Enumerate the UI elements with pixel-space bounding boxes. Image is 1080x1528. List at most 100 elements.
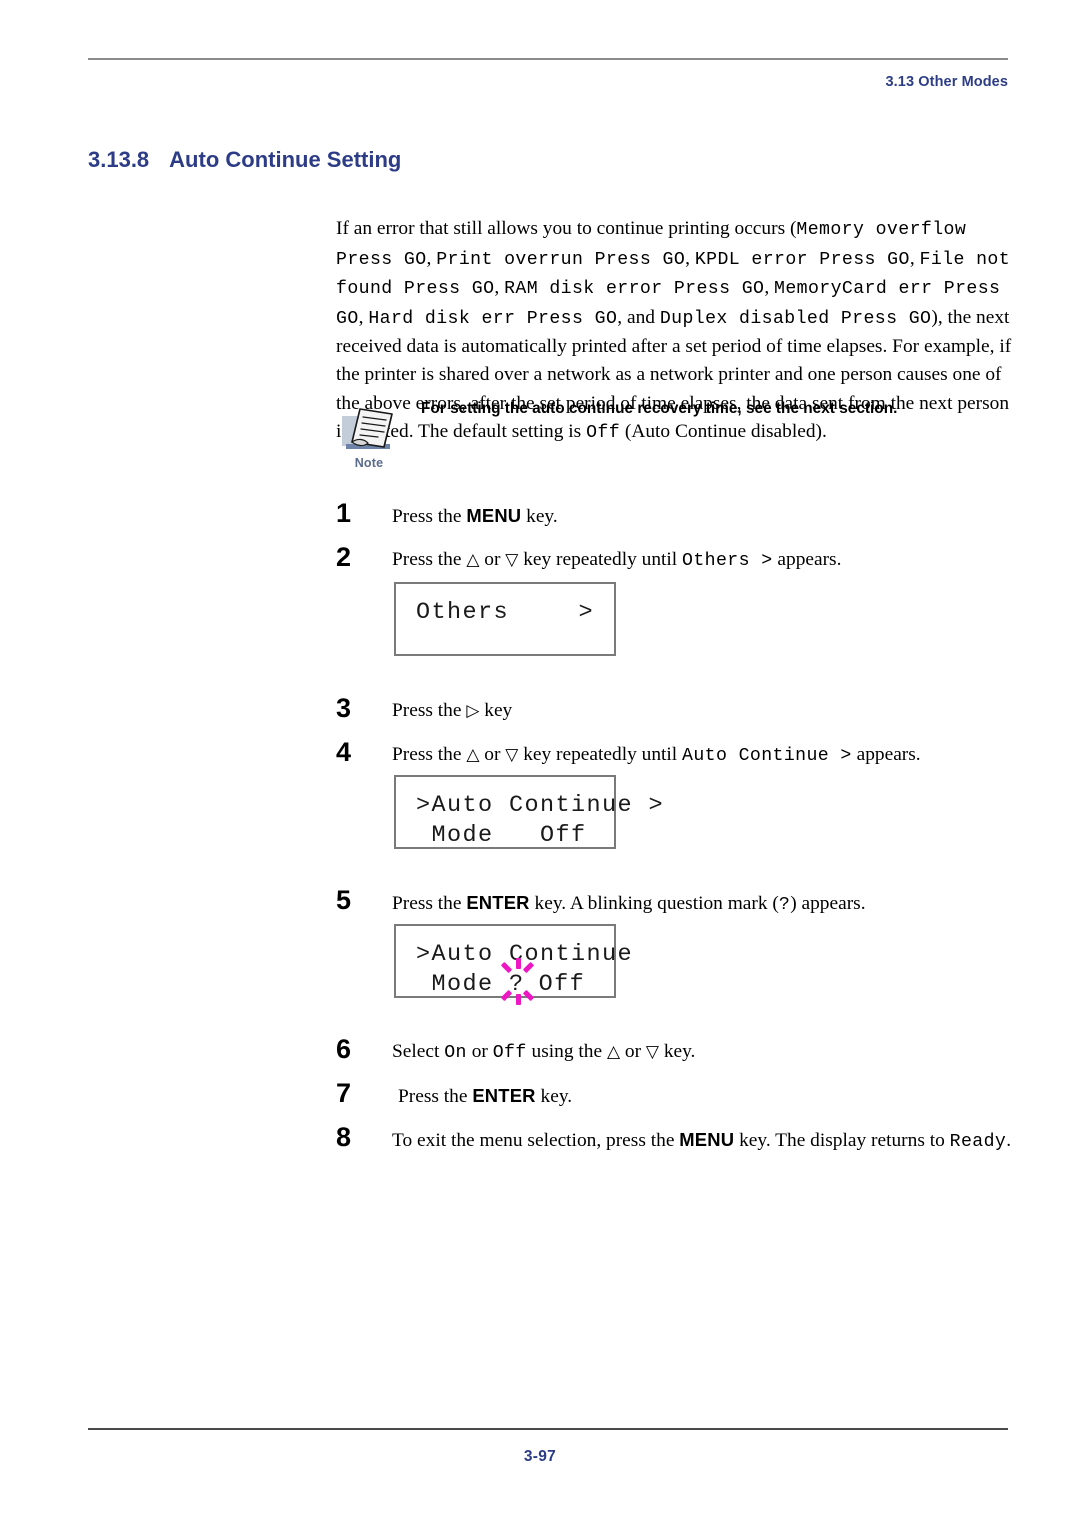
step-6-text: Select On or Off using the △ or ▽ key. bbox=[392, 1038, 1026, 1067]
lcd-others: Others > bbox=[394, 582, 616, 656]
option-off: Off bbox=[492, 1043, 527, 1063]
s6-tail: key. bbox=[658, 1041, 696, 1062]
right-arrow-icon: ▷ bbox=[466, 701, 480, 721]
ready-status-text: Ready bbox=[949, 1132, 1007, 1152]
step-2-number: 2 bbox=[336, 542, 352, 572]
note-document-icon bbox=[340, 402, 398, 454]
lcd-others-chevron: > bbox=[578, 599, 594, 626]
s5-pre: Press the bbox=[392, 893, 467, 914]
step-7-text: Press the ENTER key. bbox=[398, 1082, 1032, 1110]
sep-6: , bbox=[358, 306, 369, 328]
s1-post: key. bbox=[521, 506, 558, 527]
s8-post: key. The display returns to bbox=[734, 1130, 950, 1151]
step-3-number: 3 bbox=[336, 693, 352, 723]
step-4-number: 4 bbox=[336, 737, 352, 767]
s6-post: using the bbox=[526, 1041, 607, 1062]
menu-key-label: MENU bbox=[466, 505, 522, 526]
up-arrow-icon: △ bbox=[466, 550, 480, 570]
error-msg-ram-disk-error: RAM disk error Press GO bbox=[504, 279, 765, 300]
lcd-acb-line2-b: Off bbox=[523, 971, 586, 998]
up-arrow-icon: △ bbox=[606, 1042, 621, 1062]
blinking-question-mark: ? bbox=[500, 958, 535, 1005]
down-arrow-icon: ▽ bbox=[505, 550, 519, 570]
error-msg-print-overrun: Print overrun Press GO bbox=[436, 249, 686, 270]
s4-mid: or bbox=[479, 744, 506, 765]
step-1-text: Press the MENU key. bbox=[392, 502, 1026, 530]
step-3-text: Press the ▷ key bbox=[392, 697, 1026, 724]
error-msg-duplex-disabled: Duplex disabled Press GO bbox=[659, 308, 932, 329]
lcd-ac-line2: Mode Off bbox=[416, 822, 587, 849]
page-title: 3.13.8 Auto Continue Setting bbox=[88, 147, 401, 173]
step-7-number: 7 bbox=[336, 1078, 352, 1108]
sep-7: , and bbox=[617, 306, 660, 328]
section-number: 3.13.8 bbox=[88, 147, 150, 172]
s4-tail: appears. bbox=[851, 744, 921, 765]
s2-pre: Press the bbox=[392, 549, 467, 570]
s7-post: key. bbox=[535, 1086, 573, 1107]
s8-tail: . bbox=[1006, 1130, 1012, 1151]
footer-rule bbox=[88, 1428, 1008, 1430]
page-number: 3-97 bbox=[523, 1448, 557, 1465]
s4-pre: Press the bbox=[392, 744, 467, 765]
lcd-others-text: Others bbox=[416, 599, 510, 626]
s5-question-mark: ? bbox=[778, 895, 791, 915]
blink-char: ? bbox=[509, 971, 525, 998]
s8-pre: To exit the menu selection, press the bbox=[392, 1130, 680, 1151]
step-5-text: Press the ENTER key. A blinking question… bbox=[392, 889, 1026, 919]
section-title: Auto Continue Setting bbox=[169, 147, 402, 172]
s5-post: key. A blinking question mark ( bbox=[529, 893, 779, 914]
sep-2: , bbox=[685, 247, 695, 269]
option-on: On bbox=[444, 1043, 467, 1063]
s6-pre: Select bbox=[392, 1041, 445, 1062]
note-label: Note bbox=[354, 456, 384, 470]
s6-mid2: or bbox=[466, 1041, 493, 1062]
menu-key-label: MENU bbox=[679, 1129, 735, 1150]
enter-key-label: ENTER bbox=[466, 892, 530, 913]
step-2-text: Press the △ or ▽ key repeatedly until Ot… bbox=[392, 546, 1026, 575]
lcd-acb-line2-a: Mode bbox=[416, 971, 510, 998]
sep-4: , bbox=[494, 277, 505, 299]
step-8-text: To exit the menu selection, press the ME… bbox=[392, 1126, 1026, 1156]
blink-ray-n bbox=[516, 958, 522, 969]
up-arrow-icon: △ bbox=[466, 745, 480, 765]
s5-tail: ) appears. bbox=[790, 893, 866, 914]
step-6-number: 6 bbox=[336, 1034, 352, 1064]
enter-key-label: ENTER bbox=[472, 1085, 536, 1106]
s7-pre: Press the bbox=[398, 1086, 473, 1107]
s2-tail: appears. bbox=[772, 549, 842, 570]
sep-1: , bbox=[426, 247, 437, 269]
error-msg-kpdl-error: KPDL error Press GO bbox=[694, 249, 910, 270]
note-icon-wrap: Note bbox=[336, 402, 402, 470]
lcd-ac-line1: >Auto Continue > bbox=[416, 792, 665, 819]
lcd-auto-continue: >Auto Continue > Mode Off bbox=[394, 775, 665, 849]
s4-post: key repeatedly until bbox=[518, 744, 683, 765]
down-arrow-icon: ▽ bbox=[645, 1042, 659, 1062]
lcd-auto-continue-blink: >Auto Continue Mode ? Off bbox=[394, 924, 632, 1005]
step-1-number: 1 bbox=[336, 498, 352, 528]
intro-text-a: If an error that still allows you to con… bbox=[336, 218, 797, 240]
sep-5: , bbox=[764, 277, 775, 299]
error-msg-hard-disk-err: Hard disk err Press GO bbox=[368, 308, 618, 329]
running-header: 3.13 Other Modes bbox=[885, 74, 1008, 90]
s6-mid: or bbox=[620, 1041, 646, 1062]
s4-menu-value: Auto Continue > bbox=[682, 746, 852, 766]
document-page: 3.13 Other Modes 3.13.8 Auto Continue Set… bbox=[0, 0, 1080, 1528]
sep-3: , bbox=[909, 247, 920, 269]
s2-mid: or bbox=[479, 549, 506, 570]
down-arrow-icon: ▽ bbox=[505, 745, 519, 765]
intro-paragraph-block: If an error that still allows you to con… bbox=[336, 196, 1012, 467]
s3-post: key bbox=[479, 700, 513, 721]
s2-post: key repeatedly until bbox=[518, 549, 683, 570]
step-5-number: 5 bbox=[336, 885, 352, 915]
note-text: For setting the auto continue recovery t… bbox=[421, 400, 898, 417]
s3-pre: Press the bbox=[392, 700, 467, 721]
lcd-others-line1: Others > bbox=[416, 598, 594, 628]
s2-menu-value: Others > bbox=[682, 551, 773, 571]
lcd-acb-line2: Mode ? Off bbox=[416, 958, 594, 1005]
step-8-number: 8 bbox=[336, 1122, 352, 1152]
step-4-text: Press the △ or ▽ key repeatedly until Au… bbox=[392, 741, 1026, 770]
s1-pre: Press the bbox=[392, 506, 467, 527]
default-setting-value: Off bbox=[586, 423, 621, 444]
intro-text-c: (Auto Continue disabled). bbox=[620, 421, 827, 443]
header-rule bbox=[88, 58, 1008, 60]
